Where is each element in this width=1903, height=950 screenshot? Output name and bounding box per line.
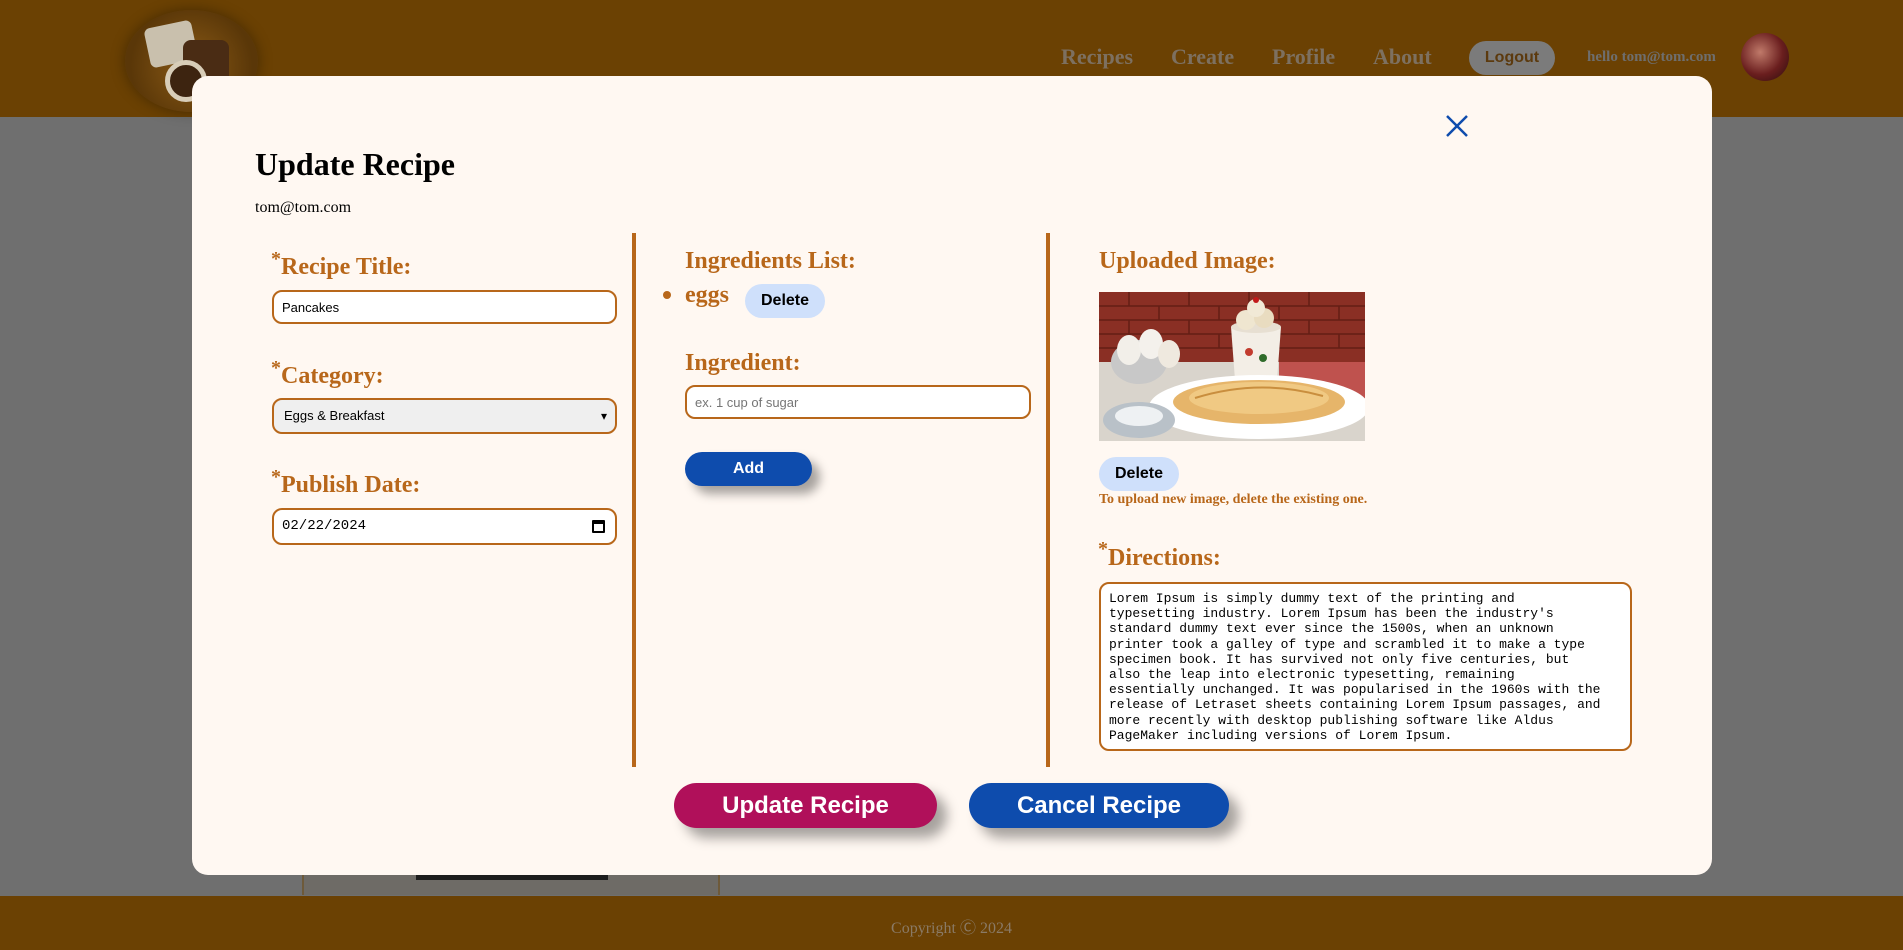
publish-date-value: 02/22/2024 (282, 518, 367, 534)
column-divider (1046, 233, 1050, 767)
nav-recipes[interactable]: Recipes (1061, 44, 1133, 70)
ingredient-input[interactable] (685, 385, 1031, 419)
list-bullet (663, 291, 671, 299)
ingredient-item: eggs (685, 282, 729, 308)
uploaded-image-label: Uploaded Image: (1099, 248, 1276, 274)
required-mark: * (271, 357, 281, 379)
chevron-down-icon: ▾ (600, 409, 607, 423)
recipe-title-input[interactable] (272, 290, 617, 324)
copyright-text: Copyright Ⓒ 2024 (891, 920, 1012, 937)
directions-textarea[interactable]: Lorem Ipsum is simply dummy text of the … (1099, 582, 1632, 751)
add-ingredient-button[interactable]: Add (685, 452, 812, 486)
nav-create[interactable]: Create (1171, 44, 1234, 70)
logout-button[interactable]: Logout (1469, 41, 1555, 75)
close-icon[interactable] (1443, 112, 1471, 140)
calendar-icon[interactable] (592, 520, 605, 533)
category-label: Category: (281, 363, 384, 389)
directions-label: Directions: (1108, 545, 1221, 571)
user-greeting: hello tom@tom.com (1587, 49, 1716, 65)
publish-date-input[interactable]: 02/22/2024 (272, 508, 617, 545)
nav-about[interactable]: About (1373, 44, 1432, 70)
update-recipe-button[interactable]: Update Recipe (674, 783, 937, 828)
ingredient-label: Ingredient: (685, 350, 801, 376)
avatar[interactable] (1741, 33, 1789, 81)
site-footer: Copyright Ⓒ 2024 (0, 896, 1903, 950)
category-selected: Eggs & Breakfast (284, 408, 385, 423)
image-hint-text: To upload new image, delete the existing… (1099, 492, 1368, 507)
ingredients-list-label: Ingredients List: (685, 248, 856, 274)
cancel-recipe-button[interactable]: Cancel Recipe (969, 783, 1229, 828)
column-divider (632, 233, 636, 767)
required-mark: * (1098, 538, 1108, 560)
recipe-image (1099, 292, 1365, 441)
nav-profile[interactable]: Profile (1272, 44, 1335, 70)
modal-title: Update Recipe (255, 146, 455, 182)
modal-user: tom@tom.com (255, 199, 352, 216)
delete-image-button[interactable]: Delete (1099, 457, 1179, 491)
required-mark: * (271, 248, 281, 270)
recipe-title-label: Recipe Title: (281, 254, 412, 280)
publish-date-label: Publish Date: (281, 472, 421, 498)
required-mark: * (271, 466, 281, 488)
category-select[interactable]: Eggs & Breakfast ▾ (272, 398, 617, 434)
delete-ingredient-button[interactable]: Delete (745, 284, 825, 318)
